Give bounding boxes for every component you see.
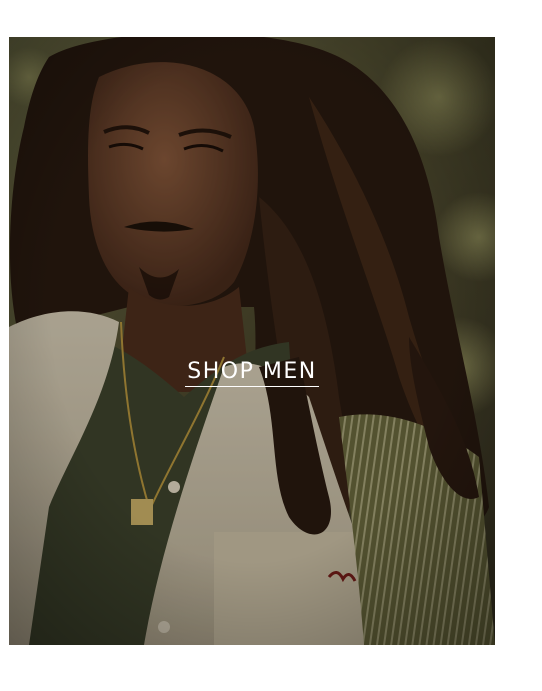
- page: SHOP MEN: [0, 0, 542, 691]
- shop-men-link[interactable]: SHOP MEN: [185, 359, 319, 387]
- hero-photo: [9, 37, 495, 645]
- shop-men-hero-banner[interactable]: SHOP MEN: [9, 37, 495, 645]
